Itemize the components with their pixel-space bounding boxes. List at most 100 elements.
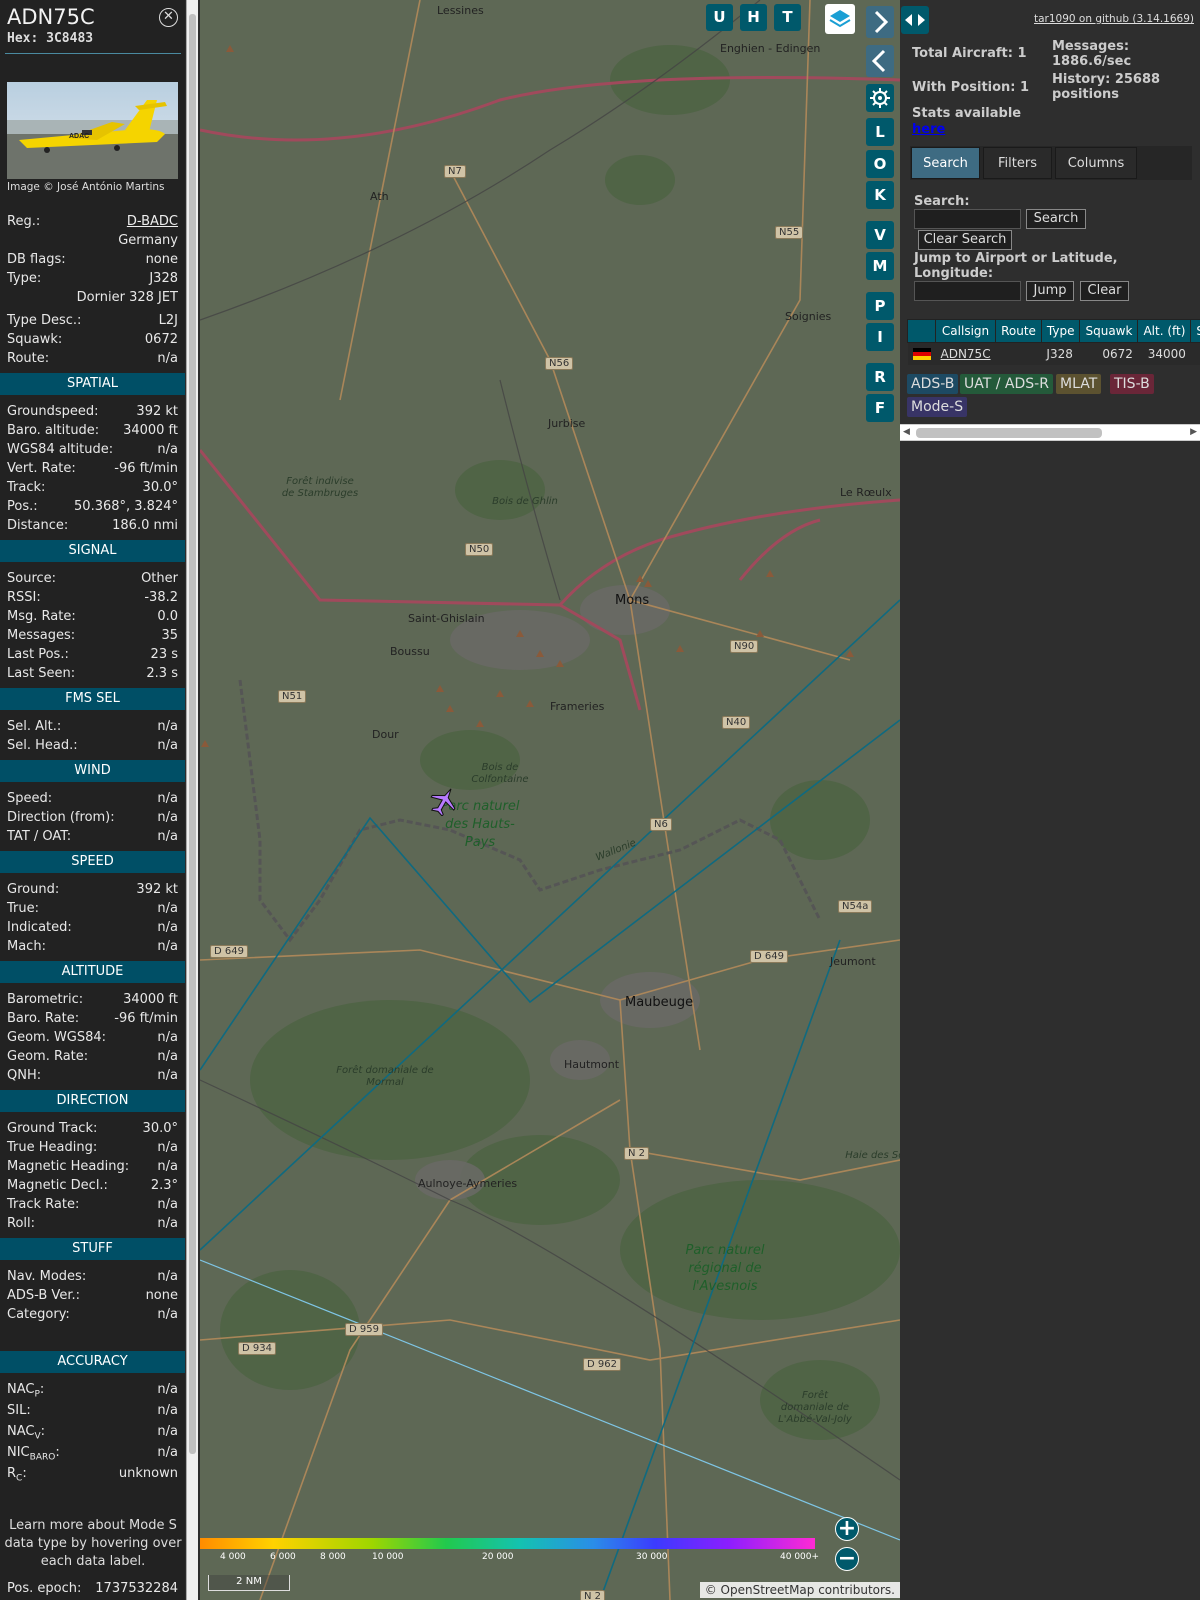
jump-button[interactable]: Jump bbox=[1026, 281, 1074, 301]
map-city-label: Ath bbox=[370, 190, 389, 203]
map-button-v[interactable]: V bbox=[866, 221, 894, 249]
road-shield: N55 bbox=[775, 226, 804, 239]
hex-code: Hex: 3C8483 bbox=[7, 31, 94, 46]
altitude-row: Barometric: 34000 ft bbox=[7, 992, 178, 1007]
spatial-row: Distance: 186.0 nmi bbox=[7, 518, 178, 533]
legend-badge: TIS-B bbox=[1110, 374, 1154, 394]
map-button-u[interactable]: U bbox=[706, 4, 733, 31]
jump-input[interactable] bbox=[914, 281, 1021, 301]
info-row: Dornier 328 JET bbox=[76, 290, 178, 305]
layers-icon[interactable] bbox=[825, 4, 855, 34]
cell-callsign[interactable]: ADN75C bbox=[935, 342, 996, 365]
column-header[interactable]: Spd. bbox=[1190, 319, 1200, 343]
map-button-m[interactable]: M bbox=[866, 252, 894, 280]
road-shield: N50 bbox=[465, 543, 494, 556]
section-altitude: ALTITUDE bbox=[0, 961, 185, 983]
search-input[interactable] bbox=[914, 209, 1021, 229]
accuracy-row: SIL: n/a bbox=[7, 1403, 178, 1418]
minus-icon[interactable]: − bbox=[835, 1547, 859, 1571]
clear-search-button[interactable]: Clear Search bbox=[918, 230, 1012, 250]
direction-row: True Heading: n/a bbox=[7, 1140, 178, 1155]
road-shield: N 2 bbox=[624, 1147, 650, 1160]
aircraft-detail-panel: ADN75C Hex: 3C8483 ✕ ADAC Image © José A… bbox=[0, 0, 185, 1600]
stuff-row: Category: n/a bbox=[7, 1307, 178, 1322]
github-link[interactable]: tar1090 on github (3.14.1669) bbox=[1034, 13, 1194, 25]
table-horizontal-scrollbar[interactable]: ◀ ▶ bbox=[900, 424, 1200, 441]
altitude-colorbar bbox=[200, 1538, 815, 1549]
tab-search[interactable]: Search bbox=[911, 147, 980, 179]
tab-columns[interactable]: Columns bbox=[1055, 147, 1137, 179]
history-label: History: 25688 bbox=[1052, 72, 1161, 87]
left-right-arrows-icon[interactable] bbox=[901, 6, 929, 34]
road-shield: D 934 bbox=[238, 1342, 276, 1355]
colorbar-tick: 30 000 bbox=[636, 1552, 668, 1562]
road-shield: N54a bbox=[838, 900, 873, 913]
aircraft-list-panel: tar1090 on github (3.14.1669) Total Airc… bbox=[900, 0, 1200, 1600]
column-header[interactable]: Squawk bbox=[1079, 319, 1139, 343]
colorbar-tick: 8 000 bbox=[320, 1552, 346, 1562]
column-header[interactable]: Alt. (ft) bbox=[1137, 319, 1192, 343]
map-area-label: Bois de Colfontaine bbox=[471, 762, 529, 785]
stats-available: Stats available bbox=[912, 106, 1022, 121]
road-shield: D 962 bbox=[583, 1358, 621, 1371]
column-header[interactable]: Callsign bbox=[934, 319, 997, 343]
road-shield: N7 bbox=[444, 165, 466, 178]
column-header[interactable]: Type bbox=[1040, 319, 1081, 343]
signal-row: Msg. Rate: 0.0 bbox=[7, 609, 178, 624]
fms-row: Sel. Head.: n/a bbox=[7, 738, 178, 753]
info-row: Squawk: 0672 bbox=[7, 332, 178, 347]
map-button-i[interactable]: I bbox=[866, 323, 894, 351]
speed-row: Mach: n/a bbox=[7, 939, 178, 954]
aircraft-marker-airplane-icon[interactable] bbox=[430, 786, 458, 816]
cell-squawk: 0672 bbox=[1079, 342, 1138, 365]
selected-callsign: ADN75C bbox=[7, 5, 95, 29]
legend-badge: Mode-S bbox=[907, 397, 968, 417]
section-accuracy: ACCURACY bbox=[0, 1351, 185, 1373]
photo-logo-text: ADAC bbox=[69, 133, 89, 140]
cell-route bbox=[995, 342, 1042, 365]
messages-value: 1886.6/sec bbox=[1052, 54, 1132, 69]
info-row[interactable]: Reg.: D-BADC bbox=[7, 213, 178, 231]
stuff-row: ADS-B Ver.: none bbox=[7, 1288, 178, 1303]
close-icon[interactable]: ✕ bbox=[159, 8, 178, 27]
map-button-o[interactable]: O bbox=[866, 150, 894, 178]
search-label: Search: bbox=[914, 194, 970, 209]
search-button[interactable]: Search bbox=[1026, 209, 1086, 229]
aircraft-photo[interactable]: ADAC bbox=[7, 82, 178, 179]
colorbar-tick: 6 000 bbox=[270, 1552, 296, 1562]
column-header[interactable]: Route bbox=[995, 319, 1042, 343]
map-attribution[interactable]: © OpenStreetMap contributors. bbox=[699, 1582, 900, 1598]
stats-link[interactable]: here bbox=[912, 122, 945, 137]
map-button-f[interactable]: F bbox=[866, 394, 894, 422]
map-button-t[interactable]: T bbox=[774, 4, 801, 31]
map-canvas bbox=[200, 0, 900, 1600]
sidebar-scrollbar[interactable] bbox=[186, 0, 198, 1600]
map-city-label: Dour bbox=[372, 728, 399, 741]
column-header[interactable] bbox=[907, 319, 936, 343]
map-city-label: Aulnoye-Aymeries bbox=[418, 1177, 518, 1190]
map-button-l[interactable]: L bbox=[866, 118, 894, 146]
map-button-h[interactable]: H bbox=[740, 4, 767, 31]
clear-button[interactable]: Clear bbox=[1080, 281, 1129, 301]
table-row[interactable]: ADN75C J328 0672 34000 bbox=[907, 342, 1200, 365]
map-area-label: Forêt indivise de Stambruges bbox=[281, 476, 359, 499]
map-button-r[interactable]: R bbox=[866, 363, 894, 391]
legend-badge: ADS-B bbox=[907, 374, 959, 394]
map-button-k[interactable]: K bbox=[866, 181, 894, 209]
colorbar-tick: 4 000 bbox=[220, 1552, 246, 1562]
direction-row: Magnetic Decl.: 2.3° bbox=[7, 1178, 178, 1193]
altitude-row: Baro. Rate: -96 ft/min bbox=[7, 1011, 178, 1026]
chevron-left-icon[interactable] bbox=[866, 45, 894, 77]
cell-alt: 34000 bbox=[1137, 342, 1191, 365]
map-button-p[interactable]: P bbox=[866, 292, 894, 320]
plus-icon[interactable]: + bbox=[835, 1517, 859, 1541]
cell-type: J328 bbox=[1041, 342, 1080, 365]
stuff-row: Nav. Modes: n/a bbox=[7, 1269, 178, 1284]
chevron-right-icon[interactable] bbox=[866, 6, 894, 38]
tab-filters[interactable]: Filters bbox=[983, 147, 1052, 179]
map-city-label: Saint-Ghislain bbox=[408, 612, 485, 625]
gear-icon[interactable] bbox=[866, 84, 894, 112]
colorbar-tick: 10 000 bbox=[372, 1552, 404, 1562]
map-view[interactable]: Lessines Enghien - Edingen Ath Soignies Jurb… bbox=[200, 0, 900, 1600]
colorbar-tick: 40 000+ bbox=[780, 1552, 820, 1562]
